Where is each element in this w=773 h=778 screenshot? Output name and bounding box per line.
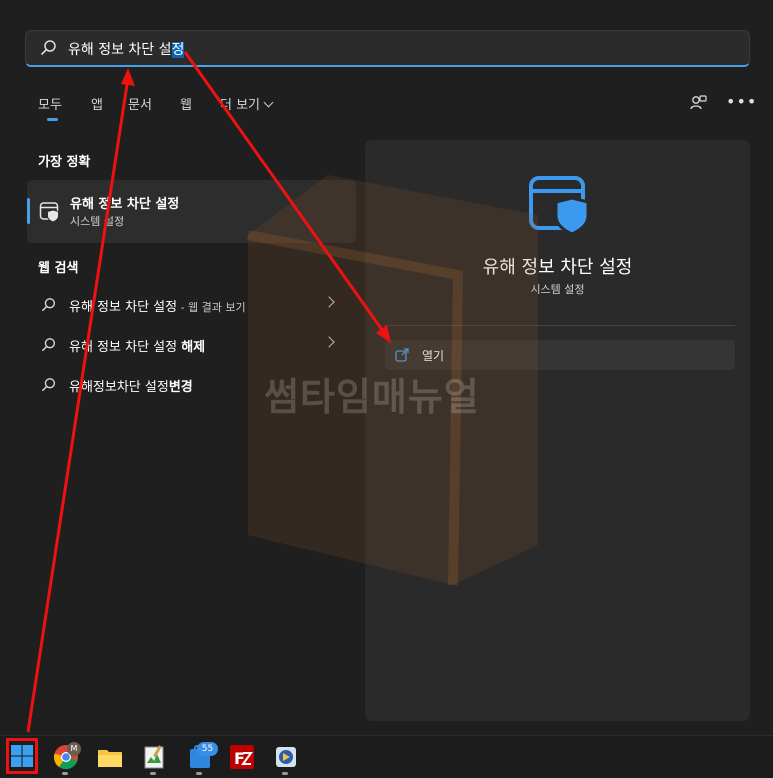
running-indicator (150, 772, 156, 775)
media-icon[interactable] (273, 744, 299, 770)
active-tab-indicator (47, 118, 58, 121)
tab-documents[interactable]: 문서 (128, 94, 152, 113)
web-result-suffix: - 웹 결과 보기 (177, 301, 246, 314)
search-icon (42, 298, 55, 312)
notepad-icon[interactable] (141, 744, 167, 770)
privacy-shield-app-icon (39, 202, 59, 223)
search-icon (41, 40, 56, 55)
svg-text:F: F (234, 749, 245, 768)
tab-all[interactable]: 모두 (38, 94, 62, 113)
search-query: 유해 정보 차단 설정 (68, 39, 185, 59)
best-match-title: 유해 정보 차단 설정 (70, 197, 180, 212)
selection-indicator (27, 198, 30, 224)
search-query-text: 유해 정보 차단 설 (68, 42, 172, 58)
notification-badge: 55 (197, 742, 218, 756)
web-result-query: 유해 정보 차단 설정 (69, 300, 178, 315)
running-indicator (62, 772, 68, 775)
web-result-text: 유해 정보 차단 설정 - 웹 결과 보기 (69, 296, 246, 315)
tab-web[interactable]: 웹 (180, 94, 192, 113)
search-icon (42, 338, 55, 352)
search-input[interactable]: 유해 정보 차단 설정 (25, 30, 750, 67)
more-options-icon[interactable]: ••• (726, 92, 757, 111)
chevron-down-icon (263, 97, 274, 108)
web-result-bold: 해제 (181, 340, 206, 355)
watermark-text: 썸타임매뉴얼 (264, 375, 480, 419)
best-match-subtitle: 시스템 설정 (70, 215, 125, 228)
profile-badge: M (67, 742, 81, 756)
web-result-bold: 변경 (168, 380, 193, 395)
web-result-text: 유해정보차단 설정변경 (69, 376, 193, 395)
annotation-highlight-box (6, 738, 38, 774)
file-explorer-icon[interactable] (97, 744, 123, 770)
tab-apps[interactable]: 앱 (91, 94, 103, 113)
search-icon (42, 378, 55, 392)
best-match-heading: 가장 정확 (38, 155, 91, 170)
running-indicator (282, 772, 288, 775)
start-search-panel: 유해 정보 차단 설정 모두 앱 문서 웹 더 보기 ••• 가장 정확 유해 … (0, 0, 773, 735)
search-query-selected: 정 (171, 42, 185, 58)
filezilla-icon[interactable]: F (229, 744, 255, 770)
running-indicator (196, 772, 202, 775)
web-result-query: 유해 정보 차단 설정 (69, 340, 182, 355)
web-search-heading: 웹 검색 (38, 261, 79, 276)
account-switch-icon[interactable] (689, 94, 707, 112)
web-result-text: 유해 정보 차단 설정 해제 (69, 336, 205, 355)
tab-more[interactable]: 더 보기 (220, 94, 274, 113)
tab-more-label: 더 보기 (220, 98, 261, 113)
web-result-query: 유해정보차단 설정 (69, 380, 169, 395)
